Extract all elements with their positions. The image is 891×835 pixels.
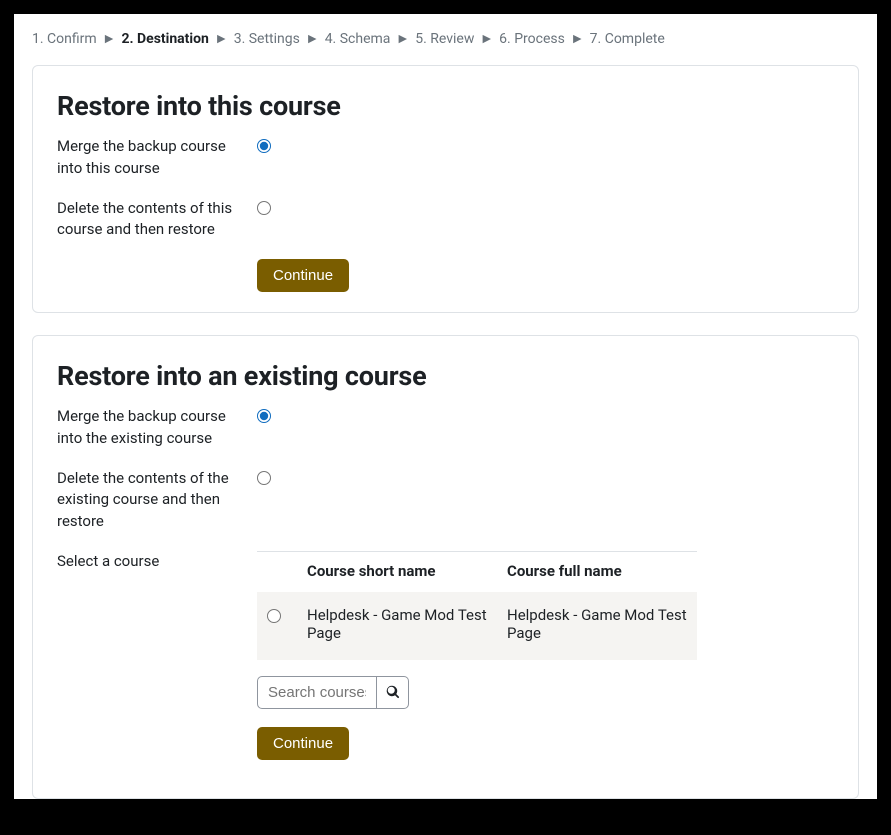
delete-this-label: Delete the contents of this course and t… — [57, 198, 257, 242]
section-heading: Restore into an existing course — [57, 360, 834, 392]
step-review: 5. Review — [415, 31, 474, 47]
merge-this-label: Merge the backup course into this course — [57, 136, 257, 180]
select-course-label: Select a course — [57, 551, 257, 573]
continue-existing-button[interactable]: Continue — [257, 727, 349, 760]
arrow-icon: ► — [480, 31, 494, 47]
arrow-icon: ► — [102, 31, 116, 47]
course-select-radio[interactable] — [267, 609, 281, 623]
search-icon — [386, 685, 400, 699]
table-row: Helpdesk - Game Mod Test Page Helpdesk -… — [257, 592, 697, 660]
arrow-icon: ► — [396, 31, 410, 47]
delete-existing-radio[interactable] — [257, 471, 271, 485]
cell-shortname: Helpdesk - Game Mod Test Page — [297, 592, 497, 660]
col-shortname: Course short name — [297, 551, 497, 592]
arrow-icon: ► — [305, 31, 319, 47]
merge-this-radio[interactable] — [257, 139, 271, 153]
delete-existing-label: Delete the contents of the existing cour… — [57, 468, 257, 533]
continue-this-button[interactable]: Continue — [257, 259, 349, 292]
restore-existing-course-card: Restore into an existing course Merge th… — [32, 335, 859, 799]
arrow-icon: ► — [570, 31, 584, 47]
search-courses-input[interactable] — [257, 676, 377, 709]
step-complete: 7. Complete — [590, 31, 665, 47]
merge-existing-label: Merge the backup course into the existin… — [57, 406, 257, 450]
step-process: 6. Process — [499, 31, 565, 47]
delete-this-radio[interactable] — [257, 201, 271, 215]
step-confirm: 1. Confirm — [32, 31, 97, 47]
step-settings: 3. Settings — [234, 31, 300, 47]
cell-fullname: Helpdesk - Game Mod Test Page — [497, 592, 697, 660]
step-schema: 4. Schema — [325, 31, 391, 47]
restore-this-course-card: Restore into this course Merge the backu… — [32, 65, 859, 313]
arrow-icon: ► — [214, 31, 228, 47]
course-table: Course short name Course full name Helpd… — [257, 551, 697, 660]
step-destination: 2. Destination — [121, 31, 208, 47]
merge-existing-radio[interactable] — [257, 409, 271, 423]
search-button[interactable] — [377, 676, 409, 709]
stepper: 1. Confirm ► 2. Destination ► 3. Setting… — [32, 30, 859, 47]
section-heading: Restore into this course — [57, 90, 834, 122]
col-fullname: Course full name — [497, 551, 697, 592]
